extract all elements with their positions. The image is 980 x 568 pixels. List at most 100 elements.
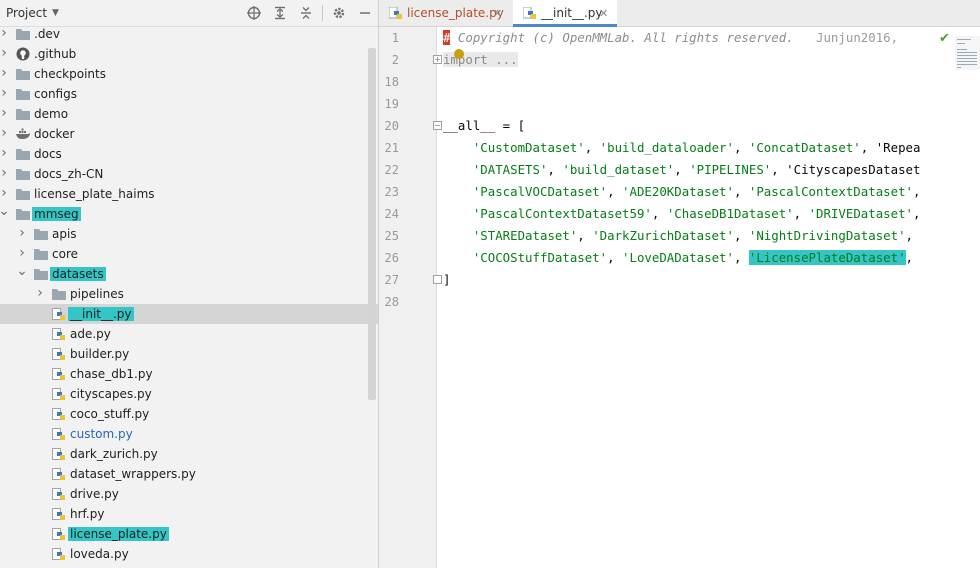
folder-icon — [34, 227, 48, 240]
code-area[interactable]: # Copyright (c) OpenMMLab. All rights re… — [443, 27, 980, 568]
editor-tabs: license_plate.py ✕ __init__.py ✕ — [379, 0, 980, 27]
tree-item[interactable]: dark_zurich.py — [0, 444, 378, 464]
tree-item[interactable]: › .github — [0, 44, 378, 64]
tree-item[interactable]: license_plate.py — [0, 524, 378, 544]
chevron-right-icon[interactable]: › — [16, 224, 28, 243]
tab-init[interactable]: __init__.py ✕ — [513, 0, 617, 27]
project-panel-title[interactable]: Project — [6, 6, 47, 20]
tree-item[interactable]: chase_db1.py — [0, 364, 378, 384]
tree-item[interactable]: › apis — [0, 224, 378, 244]
tree-item[interactable]: hrf.py — [0, 504, 378, 524]
tree-item[interactable]: ⌄ datasets — [0, 264, 378, 284]
fold-marker-icon[interactable] — [433, 275, 442, 284]
line-number: 24 — [384, 207, 399, 221]
tree-item-label: cityscapes.py — [70, 387, 152, 401]
line-number: 28 — [384, 295, 399, 309]
tree-item[interactable]: › core — [0, 244, 378, 264]
tab-license-plate[interactable]: license_plate.py ✕ — [379, 0, 509, 27]
minimap[interactable] — [955, 36, 980, 70]
expand-all-icon[interactable] — [272, 5, 288, 21]
code-line[interactable]: 'STAREDataset', 'DarkZurichDataset', 'Ni… — [443, 225, 913, 247]
chevron-down-icon[interactable]: ⌄ — [16, 264, 28, 278]
tree-item[interactable]: › docker — [0, 124, 378, 144]
line-number: 22 — [384, 163, 399, 177]
tree-item[interactable]: › checkpoints — [0, 64, 378, 84]
tree-item[interactable]: dataset_wrappers.py — [0, 464, 378, 484]
chevron-right-icon[interactable]: › — [0, 104, 10, 123]
chevron-right-icon[interactable]: › — [0, 44, 10, 63]
chevron-right-icon[interactable]: › — [0, 84, 10, 103]
chevron-right-icon[interactable]: › — [34, 284, 46, 303]
chevron-down-icon[interactable]: ⌄ — [0, 204, 10, 218]
fold-marker-icon[interactable]: − — [433, 121, 442, 130]
chevron-right-icon[interactable]: › — [0, 184, 10, 203]
tree-item-label: demo — [34, 107, 69, 121]
tree-item[interactable]: coco_stuff.py — [0, 404, 378, 424]
tree-item[interactable]: __init__.py — [0, 304, 378, 324]
project-scrollbar[interactable] — [368, 48, 376, 400]
chevron-right-icon[interactable]: › — [16, 244, 28, 263]
chevron-right-icon[interactable]: › — [0, 24, 10, 43]
tree-item[interactable]: ⌄ mmseg — [0, 204, 378, 224]
code-line[interactable]: 'PascalContextDataset59', 'ChaseDB1Datas… — [443, 203, 921, 225]
python-file-icon — [52, 367, 66, 380]
lightbulb-icon[interactable] — [454, 49, 464, 59]
code-line[interactable]: 'COCOStuffDataset', 'LoveDADataset', 'Li… — [443, 247, 913, 269]
python-file-icon — [389, 7, 402, 19]
tree-item[interactable]: › .dev — [0, 24, 378, 44]
tree-item[interactable]: cityscapes.py — [0, 384, 378, 404]
folder-icon — [16, 207, 30, 220]
code-line[interactable]: 'DATASETS', 'build_dataset', 'PIPELINES'… — [443, 159, 921, 181]
python-file-icon — [52, 407, 66, 420]
tree-item[interactable]: custom.py — [0, 424, 378, 444]
code-line[interactable]: ] — [443, 269, 450, 291]
tree-item-label: core — [52, 247, 78, 261]
folder-icon — [16, 67, 30, 80]
python-file-icon — [52, 347, 66, 360]
tree-item[interactable]: › license_plate_haims — [0, 184, 378, 204]
project-panel: Project ▼ › .dev › .github › checkpoints › conf… — [0, 0, 378, 568]
folder-icon — [52, 287, 66, 300]
collapse-all-icon[interactable] — [298, 5, 314, 21]
target-icon[interactable] — [246, 5, 262, 21]
code-line[interactable]: 'PascalVOCDataset', 'ADE20KDataset', 'Pa… — [443, 181, 921, 203]
check-icon[interactable]: ✔ — [939, 31, 950, 46]
tree-item-label: apis — [52, 227, 77, 241]
chevron-right-icon[interactable]: › — [0, 64, 10, 83]
python-file-icon — [52, 467, 66, 480]
python-file-icon — [52, 387, 66, 400]
github-icon — [16, 47, 30, 61]
gear-icon[interactable] — [331, 5, 347, 21]
fold-marker-icon[interactable]: + — [433, 55, 442, 64]
tree-item[interactable]: › configs — [0, 84, 378, 104]
line-number: 25 — [384, 229, 399, 243]
folder-icon — [34, 247, 48, 260]
line-gutter: 1 2 18 19 20 21 22 23 24 25 26 27 28 + − — [379, 27, 442, 568]
chevron-right-icon[interactable]: › — [0, 164, 10, 183]
tree-item[interactable]: builder.py — [0, 344, 378, 364]
minimize-icon[interactable] — [357, 5, 373, 21]
chevron-right-icon[interactable]: › — [0, 124, 10, 143]
tree-item-label: docker — [34, 127, 75, 141]
chevron-down-icon[interactable]: ▼ — [52, 8, 59, 18]
tree-item[interactable]: ade.py — [0, 324, 378, 344]
tree-item[interactable]: loveda.py — [0, 544, 378, 564]
code-line[interactable]: __all__ = [ — [443, 115, 525, 137]
code-line[interactable]: 'CustomDataset', 'build_dataloader', 'Co… — [443, 137, 921, 159]
python-file-icon — [52, 527, 66, 540]
chevron-right-icon[interactable]: › — [0, 144, 10, 163]
tree-item-label: mmseg — [32, 207, 81, 221]
tree-item-label: pipelines — [70, 287, 124, 301]
code-line[interactable]: # Copyright (c) OpenMMLab. All rights re… — [443, 27, 898, 49]
close-icon[interactable]: ✕ — [493, 0, 502, 27]
tree-item[interactable]: › docs — [0, 144, 378, 164]
tree-item[interactable]: › pipelines — [0, 284, 378, 304]
tree-item[interactable]: › demo — [0, 104, 378, 124]
close-icon[interactable]: ✕ — [599, 0, 608, 27]
tree-item-label: license_plate_haims — [34, 187, 155, 201]
tree-item-label: .dev — [34, 27, 60, 41]
editor-area: license_plate.py ✕ __init__.py ✕ 1 2 18 19 2… — [379, 0, 980, 568]
tree-item[interactable]: drive.py — [0, 484, 378, 504]
python-file-icon — [523, 7, 536, 19]
tree-item[interactable]: › docs_zh-CN — [0, 164, 378, 184]
